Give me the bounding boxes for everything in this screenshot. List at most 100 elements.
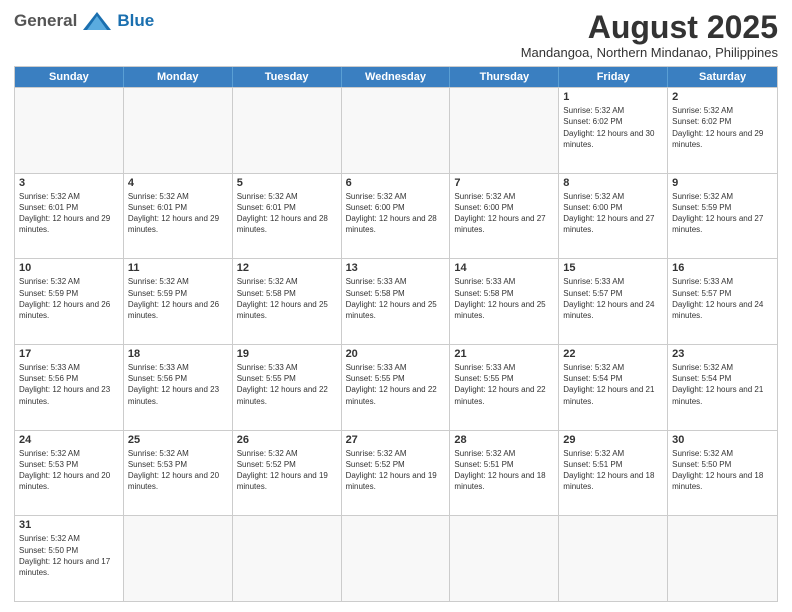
calendar-cell: 25Sunrise: 5:32 AM Sunset: 5:53 PM Dayli… bbox=[124, 431, 233, 516]
calendar-cell: 20Sunrise: 5:33 AM Sunset: 5:55 PM Dayli… bbox=[342, 345, 451, 430]
header-wednesday: Wednesday bbox=[342, 67, 451, 87]
header-thursday: Thursday bbox=[450, 67, 559, 87]
day-number: 3 bbox=[19, 177, 119, 189]
calendar-cell: 6 Sunrise: 5:32 AM Sunset: 6:00 PM Daylig… bbox=[342, 174, 451, 259]
day-number: 27 bbox=[346, 434, 446, 446]
calendar-cell: 2Sunrise: 5:32 AM Sunset: 6:02 PM Daylig… bbox=[668, 88, 777, 173]
calendar-cell: 24Sunrise: 5:32 AM Sunset: 5:53 PM Dayli… bbox=[15, 431, 124, 516]
day-info: Sunrise: 5:32 AM Sunset: 5:54 PM Dayligh… bbox=[563, 362, 663, 407]
day-info: Sunrise: 5:32 AM Sunset: 5:50 PM Dayligh… bbox=[672, 448, 773, 493]
day-number: 23 bbox=[672, 348, 773, 360]
day-info: Sunrise: 5:32 AM Sunset: 5:59 PM Dayligh… bbox=[128, 276, 228, 321]
calendar-cell: 18Sunrise: 5:33 AM Sunset: 5:56 PM Dayli… bbox=[124, 345, 233, 430]
day-number: 4 bbox=[128, 177, 228, 189]
day-info: Sunrise: 5:33 AM Sunset: 5:55 PM Dayligh… bbox=[454, 362, 554, 407]
calendar-cell bbox=[450, 516, 559, 601]
day-number: 9 bbox=[672, 177, 773, 189]
calendar-cell bbox=[450, 88, 559, 173]
day-number: 21 bbox=[454, 348, 554, 360]
day-info: Sunrise: 5:33 AM Sunset: 5:55 PM Dayligh… bbox=[237, 362, 337, 407]
calendar-cell: 19 Sunrise: 5:33 AM Sunset: 5:55 PM Dayli… bbox=[233, 345, 342, 430]
calendar-body: 1Sunrise: 5:32 AM Sunset: 6:02 PM Daylig… bbox=[15, 87, 777, 601]
calendar-cell: 9 Sunrise: 5:32 AM Sunset: 5:59 PM Daylig… bbox=[668, 174, 777, 259]
calendar-cell: 11 Sunrise: 5:32 AM Sunset: 5:59 PM Dayli… bbox=[124, 259, 233, 344]
day-info: Sunrise: 5:33 AM Sunset: 5:56 PM Dayligh… bbox=[128, 362, 228, 407]
day-info: Sunrise: 5:32 AM Sunset: 5:53 PM Dayligh… bbox=[19, 448, 119, 493]
calendar-cell: 3 Sunrise: 5:32 AM Sunset: 6:01 PM Daylig… bbox=[15, 174, 124, 259]
calendar-cell bbox=[342, 516, 451, 601]
calendar-cell: 5Sunrise: 5:32 AM Sunset: 6:01 PM Daylig… bbox=[233, 174, 342, 259]
calendar: Sunday Monday Tuesday Wednesday Thursday… bbox=[14, 66, 778, 602]
calendar-cell bbox=[15, 88, 124, 173]
logo-icon bbox=[81, 10, 113, 32]
day-number: 5 bbox=[237, 177, 337, 189]
day-info: Sunrise: 5:32 AM Sunset: 5:51 PM Dayligh… bbox=[563, 448, 663, 493]
day-number: 17 bbox=[19, 348, 119, 360]
day-number: 28 bbox=[454, 434, 554, 446]
day-info: Sunrise: 5:32 AM Sunset: 5:53 PM Dayligh… bbox=[128, 448, 228, 493]
day-info: Sunrise: 5:32 AM Sunset: 6:00 PM Dayligh… bbox=[563, 191, 663, 236]
day-info: Sunrise: 5:32 AM Sunset: 6:00 PM Dayligh… bbox=[346, 191, 446, 236]
calendar-cell: 30Sunrise: 5:32 AM Sunset: 5:50 PM Dayli… bbox=[668, 431, 777, 516]
calendar-cell bbox=[124, 88, 233, 173]
day-info: Sunrise: 5:32 AM Sunset: 5:59 PM Dayligh… bbox=[672, 191, 773, 236]
calendar-cell: 31 Sunrise: 5:32 AM Sunset: 5:50 PM Dayli… bbox=[15, 516, 124, 601]
day-number: 22 bbox=[563, 348, 663, 360]
day-info: Sunrise: 5:32 AM Sunset: 5:51 PM Dayligh… bbox=[454, 448, 554, 493]
calendar-cell bbox=[342, 88, 451, 173]
calendar-cell: 12Sunrise: 5:32 AM Sunset: 5:58 PM Dayli… bbox=[233, 259, 342, 344]
day-info: Sunrise: 5:32 AM Sunset: 5:59 PM Dayligh… bbox=[19, 276, 119, 321]
day-number: 8 bbox=[563, 177, 663, 189]
day-number: 6 bbox=[346, 177, 446, 189]
calendar-row-4: 24Sunrise: 5:32 AM Sunset: 5:53 PM Dayli… bbox=[15, 430, 777, 516]
day-number: 7 bbox=[454, 177, 554, 189]
day-number: 16 bbox=[672, 262, 773, 274]
day-number: 26 bbox=[237, 434, 337, 446]
calendar-cell: 26 Sunrise: 5:32 AM Sunset: 5:52 PM Dayli… bbox=[233, 431, 342, 516]
calendar-cell: 17 Sunrise: 5:33 AM Sunset: 5:56 PM Dayli… bbox=[15, 345, 124, 430]
day-number: 14 bbox=[454, 262, 554, 274]
logo: General Blue bbox=[14, 10, 154, 32]
title-block: August 2025 Mandangoa, Northern Mindanao… bbox=[521, 10, 778, 60]
calendar-cell: 21 Sunrise: 5:33 AM Sunset: 5:55 PM Dayli… bbox=[450, 345, 559, 430]
calendar-title: August 2025 bbox=[521, 10, 778, 45]
day-info: Sunrise: 5:33 AM Sunset: 5:57 PM Dayligh… bbox=[563, 276, 663, 321]
calendar-cell bbox=[559, 516, 668, 601]
calendar-cell: 29 Sunrise: 5:32 AM Sunset: 5:51 PM Dayli… bbox=[559, 431, 668, 516]
day-info: Sunrise: 5:32 AM Sunset: 6:01 PM Dayligh… bbox=[19, 191, 119, 236]
day-info: Sunrise: 5:33 AM Sunset: 5:58 PM Dayligh… bbox=[346, 276, 446, 321]
day-number: 31 bbox=[19, 519, 119, 531]
day-info: Sunrise: 5:32 AM Sunset: 5:54 PM Dayligh… bbox=[672, 362, 773, 407]
day-info: Sunrise: 5:32 AM Sunset: 5:52 PM Dayligh… bbox=[237, 448, 337, 493]
calendar-row-0: 1Sunrise: 5:32 AM Sunset: 6:02 PM Daylig… bbox=[15, 87, 777, 173]
day-info: Sunrise: 5:32 AM Sunset: 6:02 PM Dayligh… bbox=[672, 105, 773, 150]
day-number: 15 bbox=[563, 262, 663, 274]
calendar-header: Sunday Monday Tuesday Wednesday Thursday… bbox=[15, 67, 777, 87]
day-number: 11 bbox=[128, 262, 228, 274]
calendar-cell: 16 Sunrise: 5:33 AM Sunset: 5:57 PM Dayli… bbox=[668, 259, 777, 344]
calendar-cell: 14 Sunrise: 5:33 AM Sunset: 5:58 PM Dayli… bbox=[450, 259, 559, 344]
calendar-cell bbox=[668, 516, 777, 601]
calendar-cell: 10Sunrise: 5:32 AM Sunset: 5:59 PM Dayli… bbox=[15, 259, 124, 344]
header-saturday: Saturday bbox=[668, 67, 777, 87]
day-number: 19 bbox=[237, 348, 337, 360]
day-info: Sunrise: 5:33 AM Sunset: 5:57 PM Dayligh… bbox=[672, 276, 773, 321]
day-number: 13 bbox=[346, 262, 446, 274]
day-number: 29 bbox=[563, 434, 663, 446]
calendar-cell: 23 Sunrise: 5:32 AM Sunset: 5:54 PM Dayli… bbox=[668, 345, 777, 430]
day-info: Sunrise: 5:33 AM Sunset: 5:56 PM Dayligh… bbox=[19, 362, 119, 407]
calendar-cell bbox=[233, 516, 342, 601]
day-info: Sunrise: 5:33 AM Sunset: 5:58 PM Dayligh… bbox=[454, 276, 554, 321]
logo-general-text: General bbox=[14, 11, 77, 31]
calendar-cell: 8 Sunrise: 5:32 AM Sunset: 6:00 PM Daylig… bbox=[559, 174, 668, 259]
day-info: Sunrise: 5:32 AM Sunset: 6:00 PM Dayligh… bbox=[454, 191, 554, 236]
day-info: Sunrise: 5:32 AM Sunset: 6:02 PM Dayligh… bbox=[563, 105, 663, 150]
calendar-row-5: 31 Sunrise: 5:32 AM Sunset: 5:50 PM Dayli… bbox=[15, 515, 777, 601]
header-sunday: Sunday bbox=[15, 67, 124, 87]
calendar-row-3: 17 Sunrise: 5:33 AM Sunset: 5:56 PM Dayli… bbox=[15, 344, 777, 430]
header-monday: Monday bbox=[124, 67, 233, 87]
day-info: Sunrise: 5:32 AM Sunset: 5:58 PM Dayligh… bbox=[237, 276, 337, 321]
day-info: Sunrise: 5:32 AM Sunset: 5:50 PM Dayligh… bbox=[19, 533, 119, 578]
day-info: Sunrise: 5:32 AM Sunset: 6:01 PM Dayligh… bbox=[128, 191, 228, 236]
calendar-row-1: 3 Sunrise: 5:32 AM Sunset: 6:01 PM Daylig… bbox=[15, 173, 777, 259]
